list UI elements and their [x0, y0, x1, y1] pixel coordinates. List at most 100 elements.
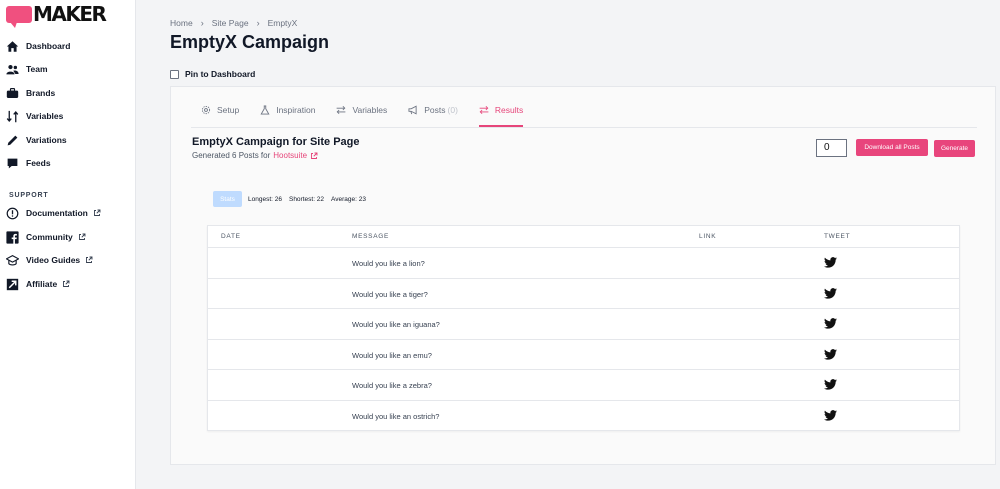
logo-text: MAKER: [33, 2, 107, 26]
twitter-icon[interactable]: [824, 257, 837, 268]
tab-label: Inspiration: [276, 105, 316, 115]
swap-arrows-icon: [479, 105, 489, 115]
row-message: Would you like a lion?: [352, 259, 425, 268]
table-row: Would you like an emu?: [208, 340, 959, 371]
tab-posts-count: (0): [447, 105, 458, 115]
breadcrumb-site-page[interactable]: Site Page: [212, 18, 249, 28]
pin-to-dashboard[interactable]: Pin to Dashboard: [170, 69, 255, 79]
tab-label: Variables: [352, 105, 388, 115]
row-message: Would you like an iguana?: [352, 320, 440, 330]
briefcase-icon: [6, 87, 19, 98]
sidebar-item-video-guides[interactable]: Video Guides: [6, 250, 93, 270]
pencil-icon: [7, 135, 18, 145]
tab-results[interactable]: Results: [478, 105, 524, 127]
external-link-icon: [93, 209, 101, 216]
external-link-icon[interactable]: [310, 152, 318, 160]
column-header-date: DATE: [221, 233, 241, 240]
stat-shortest: Shortest: 22: [288, 195, 325, 203]
table-row: Would you like a lion?: [208, 248, 959, 279]
twitter-icon[interactable]: [824, 318, 837, 329]
gear-icon: [201, 105, 211, 115]
stats-bar: Stats Longest: 26 Shortest: 22 Average: …: [213, 191, 373, 207]
campaign-title: EmptyX Campaign for Site Page: [192, 136, 360, 148]
sidebar-item-label: Community: [26, 232, 73, 242]
sidebar-item-label: Brands: [26, 88, 56, 98]
row-message: Would you like an ostrich?: [352, 411, 440, 421]
pin-label: Pin to Dashboard: [185, 69, 256, 79]
campaign-subtitle: Generated 6 Posts for Hootsuite: [192, 151, 318, 160]
tab-inspiration[interactable]: Inspiration: [260, 105, 315, 127]
sidebar-item-label: Affiliate: [26, 279, 58, 289]
sidebar-item-label: Variables: [26, 111, 64, 121]
table-row: Would you like an ostrich?: [208, 401, 959, 432]
sidebar-item-label: Video Guides: [26, 255, 81, 265]
breadcrumb-home[interactable]: Home: [170, 18, 193, 28]
column-header-tweet: TWEET: [824, 233, 851, 240]
graduation-cap-icon: [6, 254, 19, 266]
campaign-subtitle-text: Generated 6 Posts for: [192, 151, 271, 160]
chevron-right-icon: ›: [256, 18, 260, 28]
results-table: DATE MESSAGE LINK TWEET Would you like a…: [207, 225, 960, 431]
sidebar-item-affiliate[interactable]: Affiliate: [6, 274, 70, 294]
tab-bar: Setup Inspiration Variables Posts (0) Re…: [201, 105, 544, 127]
sidebar: MAKER Dashboard Team Brands Variables Va…: [0, 0, 136, 489]
tab-variables[interactable]: Variables: [336, 105, 387, 127]
twitter-icon[interactable]: [824, 410, 837, 421]
chat-bubble-icon: [7, 158, 18, 168]
sidebar-item-feeds[interactable]: Feeds: [6, 153, 51, 173]
page-title: EmptyX Campaign: [170, 32, 330, 52]
sidebar-item-variations[interactable]: Variations: [6, 130, 67, 150]
info-circle-icon: [6, 207, 19, 219]
sidebar-item-label: Dashboard: [26, 41, 71, 51]
campaign-card: Setup Inspiration Variables Posts (0) Re…: [170, 86, 996, 465]
logo-bubble-icon: [6, 6, 32, 28]
table-row: Would you like a zebra?: [208, 370, 959, 401]
generate-button[interactable]: Generate: [934, 140, 975, 157]
affiliate-icon: [6, 278, 19, 290]
sidebar-item-dashboard[interactable]: Dashboard: [6, 36, 70, 56]
pin-checkbox[interactable]: [170, 69, 179, 79]
twitter-icon[interactable]: [824, 348, 837, 360]
breadcrumb-current[interactable]: EmptyX: [268, 18, 298, 28]
chevron-right-icon: ›: [200, 18, 204, 28]
table-header: DATE MESSAGE LINK TWEET: [208, 226, 959, 248]
facebook-icon: [6, 230, 19, 244]
column-header-message: MESSAGE: [352, 233, 390, 240]
swap-arrows-icon: [337, 105, 346, 115]
row-message: Would you like a tiger?: [352, 289, 428, 299]
team-icon: [6, 64, 19, 74]
stats-button[interactable]: Stats: [213, 191, 242, 207]
stat-longest: Longest: 26: [248, 195, 282, 203]
sidebar-item-brands[interactable]: Brands: [6, 83, 55, 103]
download-all-posts-button[interactable]: Download all Posts: [856, 139, 928, 156]
tab-setup[interactable]: Setup: [201, 105, 239, 127]
tab-posts[interactable]: Posts (0): [408, 105, 458, 127]
hootsuite-link[interactable]: Hootsuite: [273, 151, 307, 160]
twitter-icon[interactable]: [824, 379, 837, 391]
external-link-icon: [63, 280, 70, 287]
breadcrumb: Home › Site Page › EmptyX: [170, 18, 297, 28]
sidebar-item-team[interactable]: Team: [6, 59, 48, 79]
flask-icon: [260, 105, 270, 115]
stat-average: Average: 23: [331, 195, 366, 203]
sidebar-item-label: Variations: [26, 135, 67, 145]
maker-logo[interactable]: MAKER: [6, 2, 107, 28]
table-row: Would you like a tiger?: [208, 279, 959, 310]
twitter-icon[interactable]: [824, 287, 837, 299]
external-link-icon: [86, 256, 93, 263]
table-row: Would you like an iguana?: [208, 309, 959, 340]
external-link-icon: [78, 233, 86, 240]
tab-label: Posts: [424, 105, 446, 115]
column-header-link: LINK: [699, 233, 717, 240]
sidebar-item-community[interactable]: Community: [6, 227, 86, 247]
megaphone-icon: [408, 105, 417, 115]
home-icon: [6, 40, 19, 52]
sidebar-item-documentation[interactable]: Documentation: [6, 203, 101, 223]
sidebar-item-label: Documentation: [26, 208, 88, 218]
sidebar-item-label: Feeds: [26, 158, 51, 168]
post-count-input[interactable]: 0: [816, 139, 847, 157]
sidebar-item-label: Team: [26, 64, 48, 74]
sidebar-item-variables[interactable]: Variables: [6, 106, 63, 126]
support-heading: SUPPORT: [9, 192, 49, 199]
tab-label: Setup: [217, 105, 240, 115]
